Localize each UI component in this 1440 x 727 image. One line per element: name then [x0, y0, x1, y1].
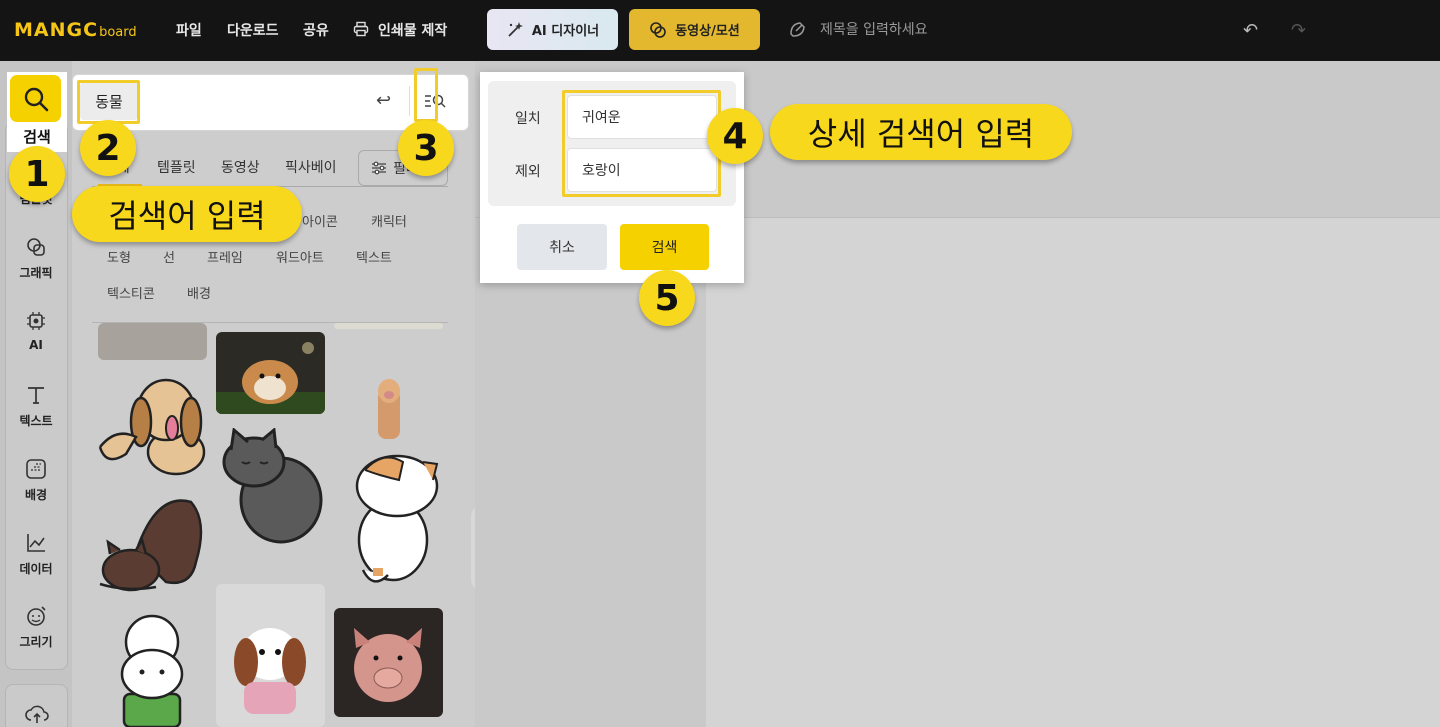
- undo-icon[interactable]: ↶: [1243, 20, 1258, 41]
- motion-icon: [650, 21, 667, 38]
- step-badge-4: 4: [707, 108, 763, 164]
- redo-icon[interactable]: ↷: [1291, 20, 1306, 41]
- highlight-detail-fields: [562, 90, 721, 197]
- graphic-icon: [27, 238, 45, 256]
- motion-button[interactable]: 동영상/모션: [629, 9, 760, 50]
- poodle-sticker: [120, 614, 184, 727]
- draw-icon: [27, 606, 46, 626]
- result-thumbnail[interactable]: [370, 375, 406, 439]
- canvas-page[interactable]: [706, 218, 1440, 727]
- sidebar-item-label: 텍스트: [19, 414, 53, 428]
- result-thumbnail[interactable]: [216, 428, 328, 548]
- sidebar-item-label: AI: [29, 338, 43, 352]
- category-wordart[interactable]: 워드아트: [276, 247, 324, 266]
- sidebar-item-text[interactable]: 텍스트: [0, 384, 72, 429]
- magic-wand-icon: [508, 21, 523, 37]
- result-thumbnail[interactable]: [216, 332, 325, 414]
- category-line[interactable]: 선: [163, 247, 175, 266]
- highlight-search-tag: [77, 80, 140, 124]
- sidebar-item-label: 배경: [24, 488, 48, 502]
- dog-photo: [234, 628, 306, 714]
- result-thumbnail[interactable]: [98, 323, 207, 360]
- gray-cat-sticker: [222, 428, 323, 544]
- category-character[interactable]: 캐릭터: [371, 211, 407, 230]
- sidebar-item-ai[interactable]: AI: [0, 310, 72, 352]
- sidebar-search-label: 검색: [23, 128, 51, 146]
- category-frame[interactable]: 프레임: [207, 247, 243, 266]
- highlight-detail-icon: [414, 68, 438, 122]
- sidebar-item-label: 그래픽: [19, 266, 53, 280]
- menu-file[interactable]: 파일: [176, 20, 202, 40]
- ai-chip-icon: [27, 312, 45, 330]
- upload-icon[interactable]: [24, 703, 50, 725]
- step-badge-1: 1: [9, 146, 65, 202]
- filter-icon: [372, 161, 386, 175]
- menu-share[interactable]: 공유: [303, 20, 329, 40]
- step-badge-2: 2: [80, 120, 136, 176]
- sidebar-item-graphic[interactable]: 그래픽: [0, 236, 72, 281]
- pencil-icon: [790, 22, 805, 37]
- tab-template[interactable]: 템플릿: [157, 157, 196, 177]
- result-thumbnail[interactable]: [96, 612, 208, 727]
- tab-video[interactable]: 동영상: [221, 157, 260, 177]
- chart-icon: [27, 534, 45, 552]
- hamster-photo: [216, 342, 325, 414]
- result-thumbnail[interactable]: [334, 323, 443, 329]
- pig-photo: [354, 628, 422, 702]
- white-cat-sticker: [355, 454, 439, 583]
- step-badge-3: 3: [398, 120, 454, 176]
- background-icon: [26, 459, 46, 479]
- mangoboard-logo[interactable]: MANGC board: [14, 19, 137, 41]
- search-icon: [24, 87, 48, 111]
- sidebar-item-background[interactable]: 배경: [0, 458, 72, 503]
- match-label: 일치: [515, 111, 541, 127]
- result-thumbnail[interactable]: [216, 584, 325, 727]
- cat-paw-photo: [378, 379, 400, 439]
- sidebar-item-label: 데이터: [19, 562, 53, 576]
- step-badge-5: 5: [639, 270, 695, 326]
- print-icon[interactable]: [353, 21, 369, 37]
- enter-icon[interactable]: ↩: [376, 90, 391, 111]
- category-text[interactable]: 텍스트: [356, 247, 392, 266]
- ai-designer-button[interactable]: AI 디자이너: [487, 9, 618, 50]
- tab-pixabay[interactable]: 픽사베이: [285, 157, 337, 177]
- result-thumbnail[interactable]: [96, 372, 208, 482]
- text-icon: [28, 387, 44, 404]
- callout-search-input: 검색어 입력: [72, 186, 302, 242]
- sidebar-search-button[interactable]: [10, 75, 61, 122]
- cancel-button[interactable]: 취소: [517, 224, 607, 270]
- category-texticon[interactable]: 텍스티콘: [107, 283, 155, 302]
- ai-designer-label: AI 디자이너: [531, 24, 600, 39]
- top-bar: MANGC board 파일 다운로드 공유 인쇄물 제작 AI 디자이너 동영상…: [0, 0, 1440, 61]
- motion-label: 동영상/모션: [675, 24, 740, 39]
- search-divider: [409, 86, 410, 116]
- category-icon[interactable]: 아이콘: [302, 211, 338, 230]
- exclude-label: 제외: [515, 164, 541, 180]
- result-thumbnail[interactable]: [334, 608, 443, 717]
- title-placeholder: 제목을 입력하세요: [820, 22, 928, 38]
- menu-download[interactable]: 다운로드: [227, 20, 279, 40]
- title-input[interactable]: 제목을 입력하세요: [788, 19, 928, 39]
- sidebar-item-label: 그리기: [19, 635, 53, 649]
- result-thumbnail[interactable]: [96, 492, 208, 597]
- result-thumbnail[interactable]: [333, 450, 445, 595]
- category-background[interactable]: 배경: [187, 283, 211, 302]
- detail-search-button[interactable]: 검색: [620, 224, 709, 270]
- brown-cat-sticker: [99, 499, 203, 592]
- sidebar-item-data[interactable]: 데이터: [0, 532, 72, 577]
- menu-print[interactable]: 인쇄물 제작: [378, 20, 447, 40]
- category-shape[interactable]: 도형: [107, 247, 131, 266]
- sidebar-item-draw[interactable]: 그리기: [0, 605, 72, 650]
- callout-detail-input: 상세 검색어 입력: [770, 104, 1072, 160]
- dog-sticker: [98, 378, 206, 476]
